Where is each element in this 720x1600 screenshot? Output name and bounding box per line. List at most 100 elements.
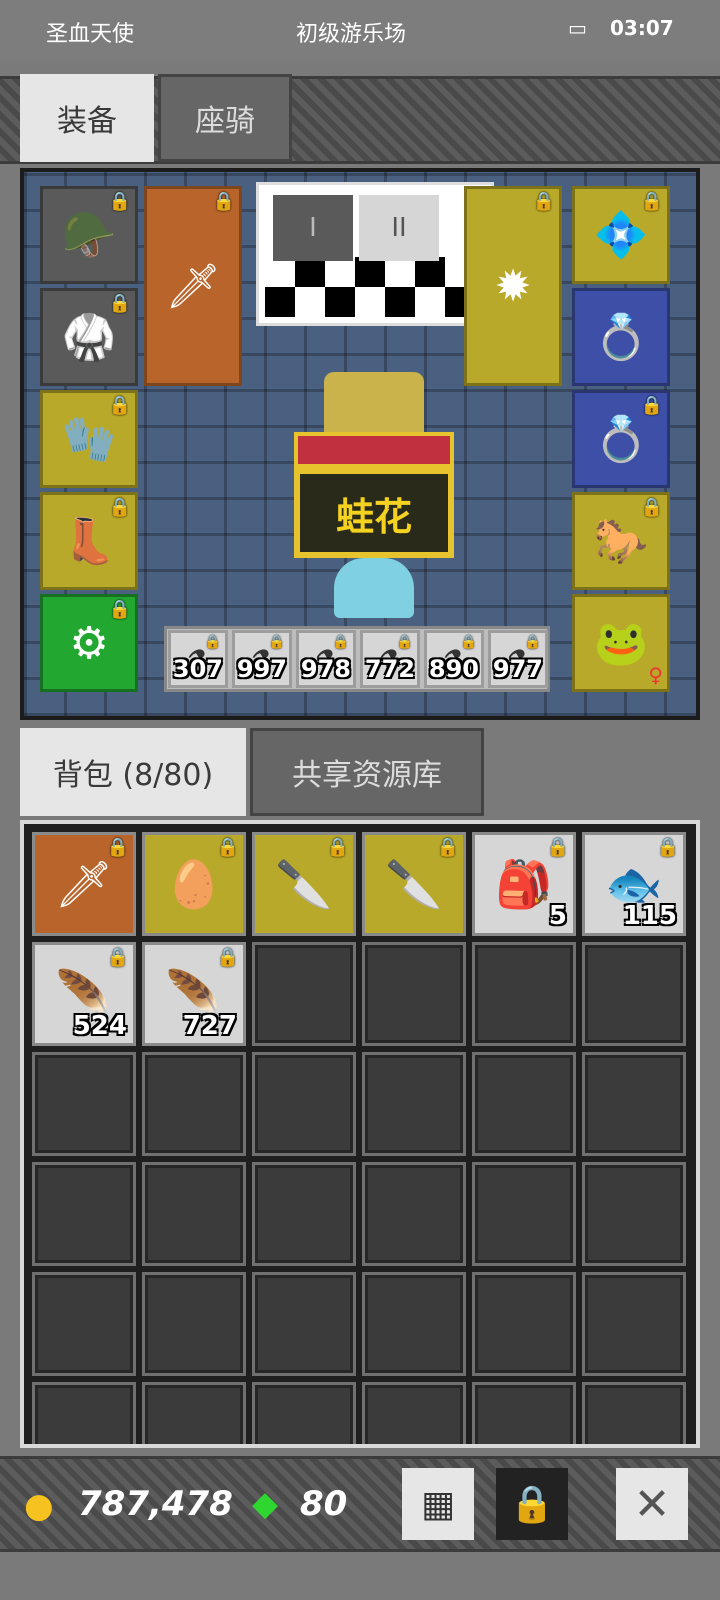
empty-slot[interactable] <box>252 1272 356 1376</box>
potion-slot-2[interactable]: ⚗ 🔒 997 <box>232 630 292 688</box>
empty-slot[interactable] <box>472 1382 576 1444</box>
pet-slot[interactable]: 🐸 ♀ <box>572 594 670 692</box>
empty-slot[interactable] <box>362 1052 466 1156</box>
pet-portrait-icon: 🐸 <box>593 618 649 669</box>
boots-slot[interactable]: 👢 🔒 <box>40 492 138 590</box>
lock-button[interactable]: 🔒 <box>496 1468 568 1540</box>
lock-icon: 🔒 <box>532 191 555 212</box>
empty-slot[interactable] <box>582 1272 686 1376</box>
inventory-slot[interactable]: 🪶 🔒 727 <box>142 942 246 1046</box>
grid-icon: ▦ <box>420 1483 455 1525</box>
offhand-slot[interactable]: ✹ 🔒 <box>464 186 562 386</box>
lock-icon: 🔒 <box>108 191 131 212</box>
close-button[interactable]: ✕ <box>616 1468 688 1540</box>
potion-slot-5[interactable]: ⚗ 🔒 890 <box>424 630 484 688</box>
empty-slot[interactable] <box>362 942 466 1046</box>
inventory-slot[interactable]: 🔪 🔒 <box>362 832 466 936</box>
empty-slot[interactable] <box>32 1382 136 1444</box>
empty-slot[interactable] <box>142 1162 246 1266</box>
empty-slot[interactable] <box>252 1162 356 1266</box>
lock-icon: 🔒 <box>216 947 239 968</box>
tab-shared-storage[interactable]: 共享资源库 <box>250 728 484 816</box>
mount-portrait-icon: 🐎 <box>593 516 649 567</box>
lock-icon: 🔒 <box>640 191 663 212</box>
ring-slot-2[interactable]: 💍 🔒 <box>572 390 670 488</box>
lock-icon: 🔒 <box>326 837 349 858</box>
empty-slot[interactable] <box>252 942 356 1046</box>
helmet-slot[interactable]: 🪖 🔒 <box>40 186 138 284</box>
lock-icon: 🔒 <box>212 191 235 212</box>
lock-icon: 🔒 <box>204 635 221 650</box>
empty-slot[interactable] <box>142 1382 246 1444</box>
page-button-2[interactable]: II <box>359 195 439 261</box>
empty-slot[interactable] <box>582 1052 686 1156</box>
key-icon: ♀ <box>648 663 663 687</box>
horned-helmet-icon: 🪖 <box>61 210 117 261</box>
empty-slot[interactable] <box>362 1162 466 1266</box>
page-button-1[interactable]: I <box>273 195 353 261</box>
potion-slot-1[interactable]: ⚗ 🔒 307 <box>168 630 228 688</box>
lock-icon: 🔒 <box>546 837 569 858</box>
potion-slot-6[interactable]: ⚗ 🔒 977 <box>488 630 548 688</box>
grid-view-button[interactable]: ▦ <box>402 1468 474 1540</box>
gold-coins-icon: ● <box>24 1486 54 1526</box>
belt-slot[interactable]: ⚙ 🔒 <box>40 594 138 692</box>
inventory-slot[interactable]: 🔪 🔒 <box>252 832 356 936</box>
lock-icon: 🔒 <box>396 635 413 650</box>
tab-equipment[interactable]: 装备 <box>20 74 154 162</box>
lock-icon: 🔒 <box>108 395 131 416</box>
gloves-slot[interactable]: 🧤 🔒 <box>40 390 138 488</box>
gauntlet-icon: 🧤 <box>61 414 117 465</box>
item-count: 115 <box>622 901 677 931</box>
potion-slot-4[interactable]: ⚗ 🔒 772 <box>360 630 420 688</box>
lock-icon: 🔒 <box>640 395 663 416</box>
potion-slot-3[interactable]: ⚗ 🔒 978 <box>296 630 356 688</box>
empty-slot[interactable] <box>582 1162 686 1266</box>
mount-slot[interactable]: 🐎 🔒 <box>572 492 670 590</box>
tab-mount[interactable]: 座骑 <box>158 74 292 162</box>
empty-slot[interactable] <box>32 1272 136 1376</box>
empty-slot[interactable] <box>472 942 576 1046</box>
status-bar: 圣血天使 初级游乐场 ▭ 03:07 <box>0 0 720 62</box>
emerald-ring-icon: 💍 <box>593 312 649 363</box>
empty-slot[interactable] <box>582 942 686 1046</box>
empty-slot[interactable] <box>582 1382 686 1444</box>
empty-slot[interactable] <box>472 1052 576 1156</box>
tab-backpack[interactable]: 背包 (8/80) <box>20 728 246 816</box>
equipment-panel: I II 🪖 🔒 🥋 🔒 🧤 🔒 👢 🔒 ⚙ 🔒 🗡 🔒 ✹ 🔒 💠 🔒 💍 💍 🔒 🐎 🔒 🐸 ♀ … <box>20 168 700 720</box>
empty-slot[interactable] <box>32 1162 136 1266</box>
location-name: 初级游乐场 <box>296 22 407 47</box>
inventory-slot[interactable]: 🗡 🔒 <box>32 832 136 936</box>
empty-slot[interactable] <box>142 1052 246 1156</box>
potion-count: 307 <box>172 655 223 683</box>
inventory-slot[interactable]: 🎒 🔒 5 <box>472 832 576 936</box>
empty-slot[interactable] <box>252 1052 356 1156</box>
weapon-slot[interactable]: 🗡 🔒 <box>144 186 242 386</box>
empty-slot[interactable] <box>362 1272 466 1376</box>
player-name: 圣血天使 <box>46 22 135 47</box>
inventory-slot[interactable]: 🐟 🔒 115 <box>582 832 686 936</box>
spiked-ball-icon: ✹ <box>494 260 532 312</box>
battery-icon: ▭ <box>568 16 587 40</box>
dark-armor-icon: 🥋 <box>61 312 117 363</box>
lock-icon: 🔒 <box>216 837 239 858</box>
lock-icon: 🔒 <box>108 293 131 314</box>
empty-slot[interactable] <box>32 1052 136 1156</box>
empty-slot[interactable] <box>472 1162 576 1266</box>
inventory-slot[interactable]: 🪶 🔒 524 <box>32 942 136 1046</box>
armor-slot[interactable]: 🥋 🔒 <box>40 288 138 386</box>
item-count: 5 <box>548 901 567 931</box>
empty-slot[interactable] <box>252 1382 356 1444</box>
empty-slot[interactable] <box>362 1382 466 1444</box>
pet-name-label: 蛙花 <box>294 468 454 558</box>
ring-slot-1[interactable]: 💍 <box>572 288 670 386</box>
amulet-slot[interactable]: 💠 🔒 <box>572 186 670 284</box>
empty-slot[interactable] <box>142 1272 246 1376</box>
gem-icon: ◆ <box>252 1484 279 1524</box>
potion-count: 978 <box>300 655 351 683</box>
lock-icon: 🔒 <box>106 837 129 858</box>
lock-icon: 🔒 <box>524 635 541 650</box>
potion-count: 977 <box>492 655 543 683</box>
empty-slot[interactable] <box>472 1272 576 1376</box>
inventory-slot[interactable]: 🥚 🔒 <box>142 832 246 936</box>
